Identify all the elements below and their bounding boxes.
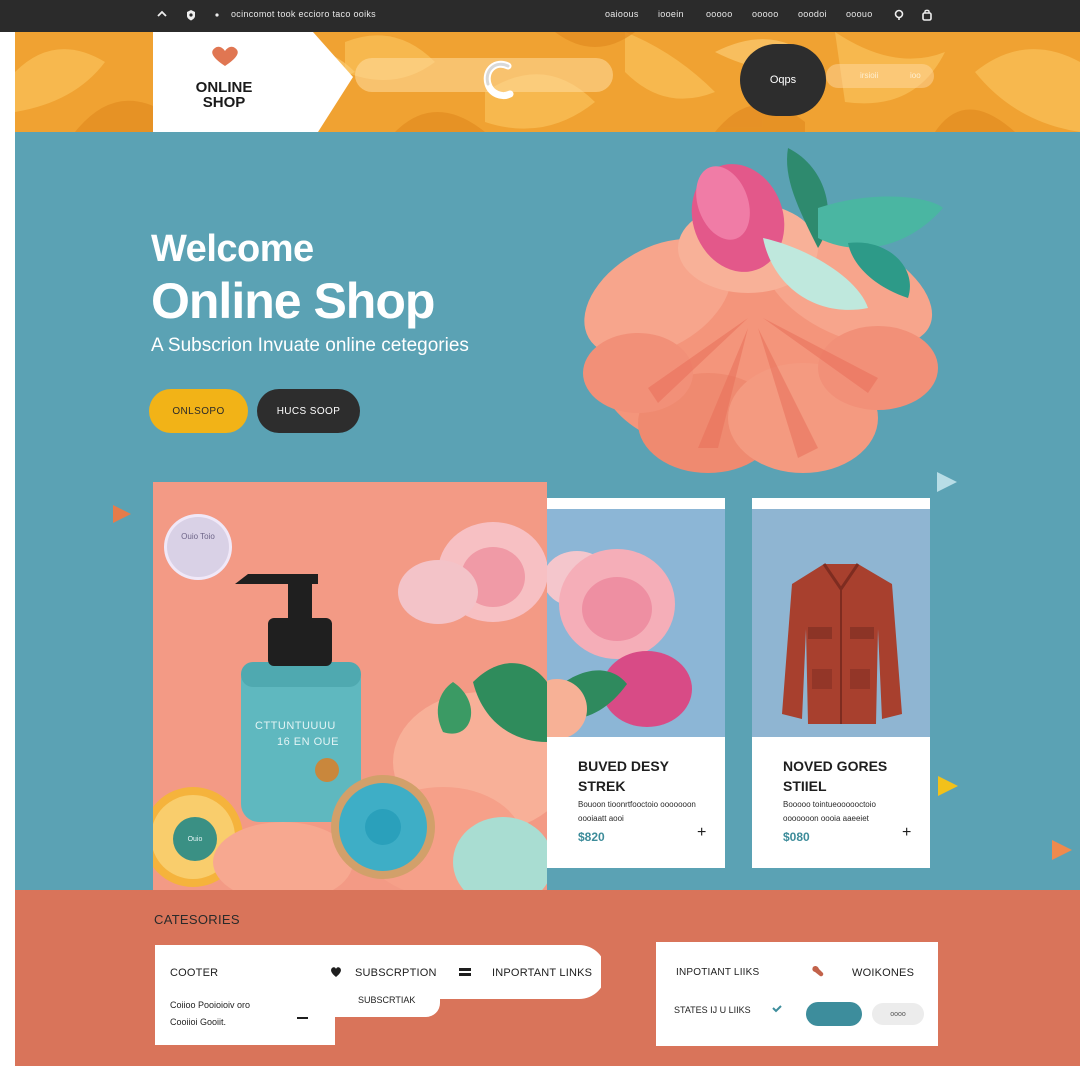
hero-flower-image [583,148,943,473]
bottle-label-line-2: 16 EN OUE [277,736,339,748]
topbar-nav-6[interactable]: ooouo [846,9,873,19]
categories-title: CATESORIES [154,912,240,927]
logo[interactable]: ONLINE SHOP [153,32,353,132]
check-icon [772,1005,782,1013]
product-card[interactable]: BUVED DESY STREK Bouoon tioonrtfooctoio … [547,498,725,868]
teal-pill-button[interactable] [806,1002,862,1026]
footer-line-2: Cooiioi Gooiit. [170,1017,227,1027]
top-bar: ocincomot took eccioro taco ooiks oaioou… [0,0,1080,32]
triangle-decoration [113,505,131,523]
topbar-nav-3[interactable]: ooooo [706,9,733,19]
featured-product-tile[interactable]: Ouio Toio CTTUNTUUUU 16 EN OUE Ouio [153,482,547,890]
footer-panel-right [656,942,938,1046]
logo-line-1: ONLINE [195,79,253,96]
subscription-sub: SUBSCRTIAK [358,995,416,1005]
status-links[interactable]: STATES IJ U LIIKS [674,1002,751,1018]
bag-icon[interactable] [920,7,934,23]
secondary-button[interactable]: HUCS SOOP [257,389,360,433]
hero-title: Online Shop [151,273,435,329]
hero-subtitle: A Subscrion Invuate online cetegories [151,335,469,356]
footer-heading: COOTER [170,967,219,979]
add-to-cart-icon[interactable]: + [697,824,706,842]
add-to-cart-icon[interactable]: + [902,824,911,842]
important-links-right[interactable]: INPOTIANT LIIKS [676,967,759,978]
product-card-title[interactable]: BUVED DESY STREK [578,756,718,796]
workones-link[interactable]: WOIKONES [852,967,914,979]
product-badge [164,514,232,580]
triangle-decoration [938,776,958,796]
header-circle-button[interactable]: Oqps [740,44,826,116]
product-card-image [547,509,725,739]
product-card-price: $080 [783,830,810,844]
dash-icon [297,1017,308,1019]
dot-icon [215,13,219,17]
mail-icon [459,968,471,976]
product-card-description: Booooo tointueoooooctoio ooooooon oooia … [783,800,876,823]
important-links[interactable]: INPORTANT LINKS [492,967,592,979]
product-card-description: Bouoon tioonrtfooctoio ooooooon oooiaatt… [578,800,696,823]
footer-panel-left-body [155,945,335,1045]
hook-icon [483,60,514,100]
footer-line-1: Coiioo Pooioioiv oro [170,1000,251,1010]
product-card-title[interactable]: NOVED GORES STIIEL [783,756,923,796]
shield-icon[interactable] [184,7,198,23]
bottle-label: CTTUNTUUUU 16 EN OUE [255,718,339,750]
location-pin-icon[interactable] [892,7,906,23]
home-icon[interactable] [155,7,169,23]
grey-pill-button[interactable]: oooo [872,1003,924,1025]
triangle-decoration [1052,840,1072,860]
header-link-1[interactable]: irsioii [860,71,878,80]
topbar-nav-1[interactable]: oaioous [605,9,639,19]
hero-welcome: Welcome [151,228,314,270]
topbar-nav-4[interactable]: ooooo [752,9,779,19]
header-circle-label: Oqps [769,74,797,86]
logo-line-2: SHOP [202,94,246,111]
topbar-nav-2[interactable]: iooein [658,9,684,19]
product-card-image [752,509,930,737]
subscription-link[interactable]: SUBSCRPTION [355,967,437,979]
shop-now-button[interactable]: ONLSOPO [149,389,248,433]
product-card[interactable]: NOVED GORES STIIEL Booooo tointueoooooct… [752,498,930,868]
hand-icon [812,965,824,977]
topbar-nav-5[interactable]: ooodoi [798,9,827,19]
product-card-price: $820 [578,830,605,844]
heart-icon [331,967,341,977]
topbar-tagline: ocincomot took eccioro taco ooiks [231,9,376,19]
product-badge-label: Ouio Toio [181,532,215,541]
header-link-2[interactable]: ioo [910,71,921,80]
triangle-decoration [937,472,957,492]
bottle-label-line-1: CTTUNTUUUU [255,720,336,732]
orange-badge: Ouio [173,817,217,861]
